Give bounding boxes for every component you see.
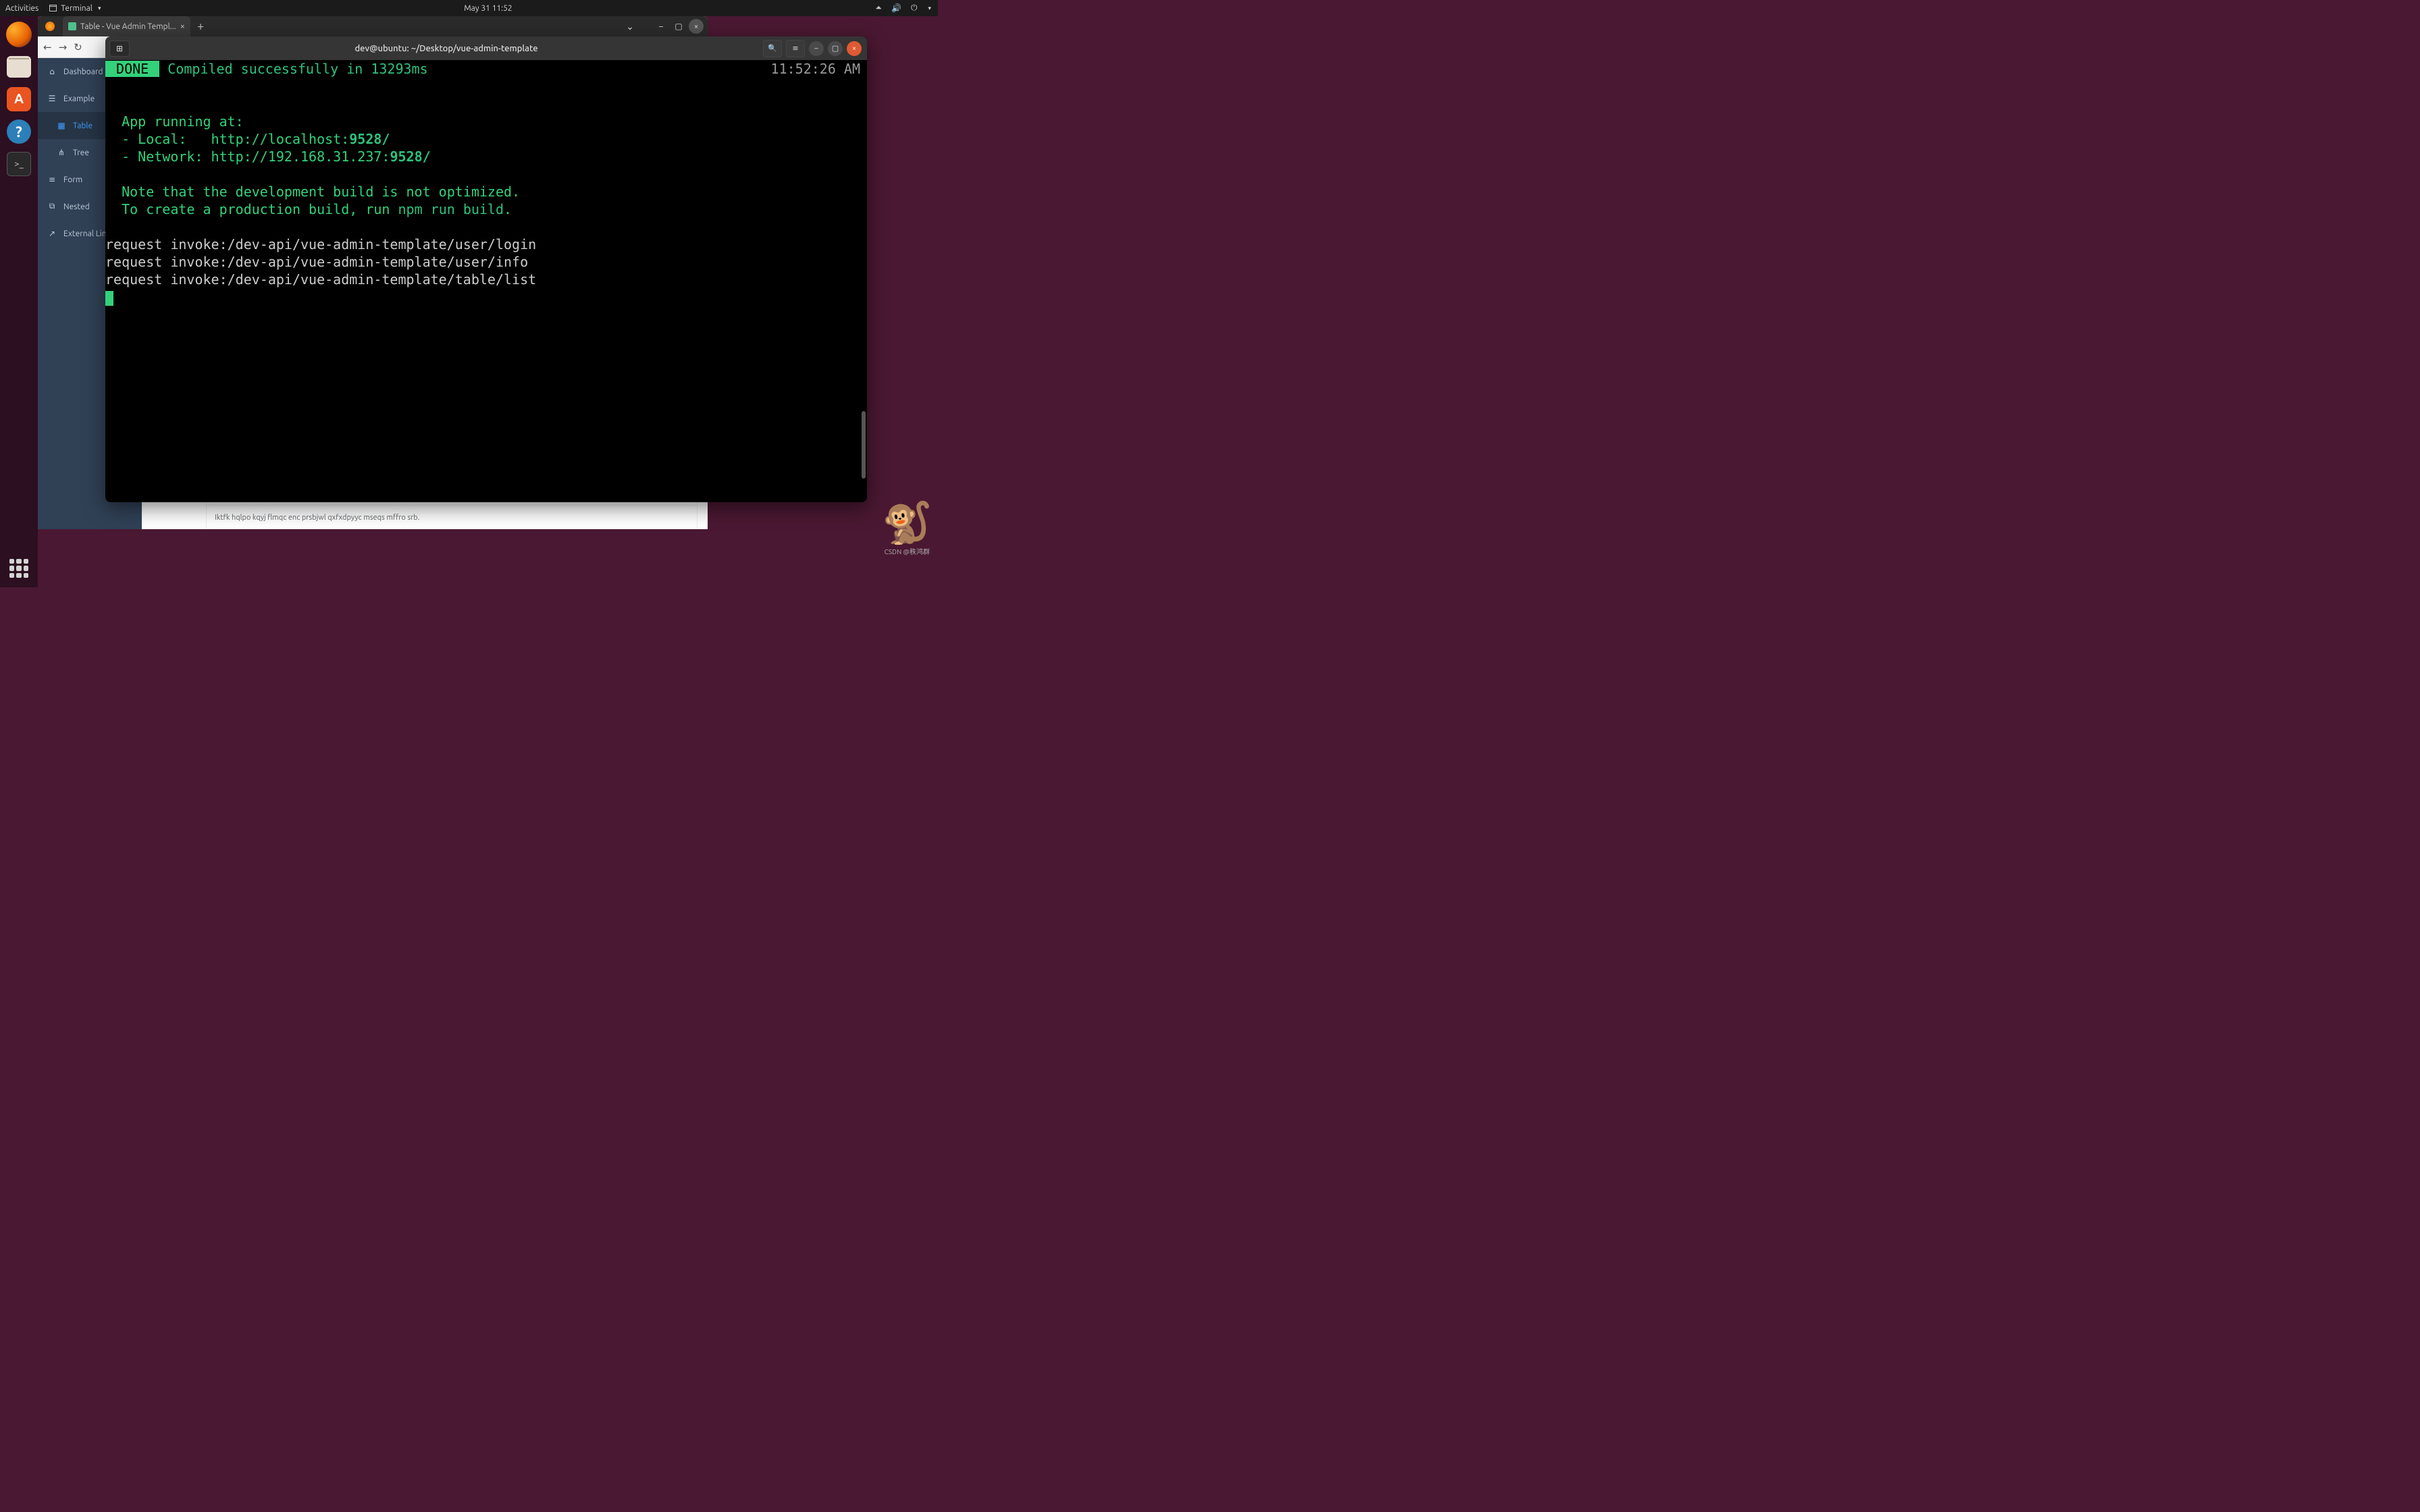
clock[interactable]: May 31 11:52 bbox=[101, 4, 875, 13]
terminal-close-button[interactable]: × bbox=[847, 41, 862, 56]
sidebar-item-label: Tree bbox=[73, 148, 89, 157]
sidebar-item-label: Nested bbox=[63, 202, 90, 211]
close-tab-icon[interactable]: × bbox=[180, 22, 185, 31]
minimize-button[interactable]: – bbox=[654, 19, 668, 34]
tabs-dropdown-icon[interactable]: ⌄ bbox=[623, 19, 637, 34]
tab-title: Table - Vue Admin Templ... bbox=[80, 22, 176, 31]
sidebar-item-label: Table bbox=[73, 122, 93, 130]
terminal-icon: >_ bbox=[7, 152, 31, 176]
tree-icon: ⋔ bbox=[57, 148, 66, 157]
sidebar-item-label: Example bbox=[63, 94, 95, 103]
terminal-cursor bbox=[105, 291, 113, 306]
terminal-icon bbox=[49, 5, 57, 11]
compile-timestamp: 11:52:26 AM bbox=[771, 60, 867, 78]
gnome-terminal-window: ⊞ dev@ubuntu: ~/Desktop/vue-admin-templa… bbox=[105, 36, 867, 502]
external link-icon: ↗ bbox=[47, 229, 57, 238]
help-icon: ? bbox=[7, 119, 31, 144]
terminal-output[interactable]: DONE Compiled successfully in 13293ms11:… bbox=[105, 60, 867, 502]
browser-tabstrip: Table - Vue Admin Templ... × + ⌄ – ▢ × bbox=[38, 16, 708, 36]
table-icon: ▦ bbox=[57, 121, 66, 130]
activities-button[interactable]: Activities bbox=[5, 4, 38, 13]
files-icon bbox=[7, 56, 31, 78]
firefox-icon bbox=[6, 22, 32, 47]
gnome-dock: ? >_ bbox=[0, 16, 38, 587]
done-badge: DONE bbox=[105, 61, 159, 77]
form-icon: ≡ bbox=[47, 175, 57, 184]
app-menu-terminal[interactable]: Terminal ▾ bbox=[49, 4, 101, 13]
dock-terminal[interactable]: >_ bbox=[5, 150, 33, 178]
dock-software[interactable] bbox=[5, 85, 33, 113]
nested-icon: ⧉ bbox=[47, 202, 57, 211]
terminal-title: dev@ubuntu: ~/Desktop/vue-admin-template bbox=[130, 44, 763, 53]
terminal-search-button[interactable]: 🔍 bbox=[763, 40, 782, 57]
vue-favicon bbox=[68, 22, 76, 30]
terminal-titlebar: ⊞ dev@ubuntu: ~/Desktop/vue-admin-templa… bbox=[105, 36, 867, 60]
reload-button[interactable]: ↻ bbox=[74, 41, 82, 53]
back-button[interactable]: ← bbox=[43, 41, 52, 53]
power-icon[interactable]: ⏻ bbox=[911, 3, 918, 13]
forward-button[interactable]: → bbox=[59, 41, 68, 53]
dock-firefox[interactable] bbox=[5, 20, 33, 49]
watermark-text: CSDN @秩鸿群 bbox=[885, 546, 930, 556]
dashboard-icon: ⌂ bbox=[47, 67, 57, 76]
sidebar-item-label: External Link bbox=[63, 230, 111, 238]
new-tab-button[interactable]: + bbox=[190, 20, 211, 33]
software-icon bbox=[7, 87, 31, 111]
show-applications[interactable] bbox=[9, 559, 28, 578]
gnome-topbar: Activities Terminal ▾ May 31 11:52 ⏶ 🔊 ⏻… bbox=[0, 0, 938, 16]
firefox-favicon bbox=[45, 22, 55, 31]
terminal-minimize-button[interactable]: – bbox=[809, 41, 824, 56]
table-row: Iktfk hqlpo kqyj flmqc enc prsbjwl qxfxd… bbox=[207, 506, 697, 529]
sidebar-item-label: Form bbox=[63, 176, 82, 184]
example-icon: ☰ bbox=[47, 94, 57, 103]
close-window-button[interactable]: × bbox=[689, 19, 704, 34]
active-tab[interactable]: Table - Vue Admin Templ... × bbox=[63, 16, 190, 36]
pinned-tab-firefox[interactable] bbox=[38, 16, 62, 36]
dock-files[interactable] bbox=[5, 53, 33, 81]
mascot-overlay: 🐒 bbox=[882, 499, 932, 547]
dock-help[interactable]: ? bbox=[5, 117, 33, 146]
terminal-menu-button[interactable]: ≡ bbox=[786, 40, 805, 57]
network-icon[interactable]: ⏶ bbox=[875, 3, 882, 13]
chevron-down-icon[interactable]: ▾ bbox=[928, 5, 931, 12]
maximize-button[interactable]: ▢ bbox=[671, 19, 686, 34]
volume-icon[interactable]: 🔊 bbox=[891, 3, 901, 13]
terminal-maximize-button[interactable]: ▢ bbox=[828, 41, 843, 56]
new-terminal-tab-button[interactable]: ⊞ bbox=[109, 40, 130, 57]
terminal-scrollbar[interactable] bbox=[862, 411, 866, 479]
sidebar-item-label: Dashboard bbox=[63, 68, 103, 76]
